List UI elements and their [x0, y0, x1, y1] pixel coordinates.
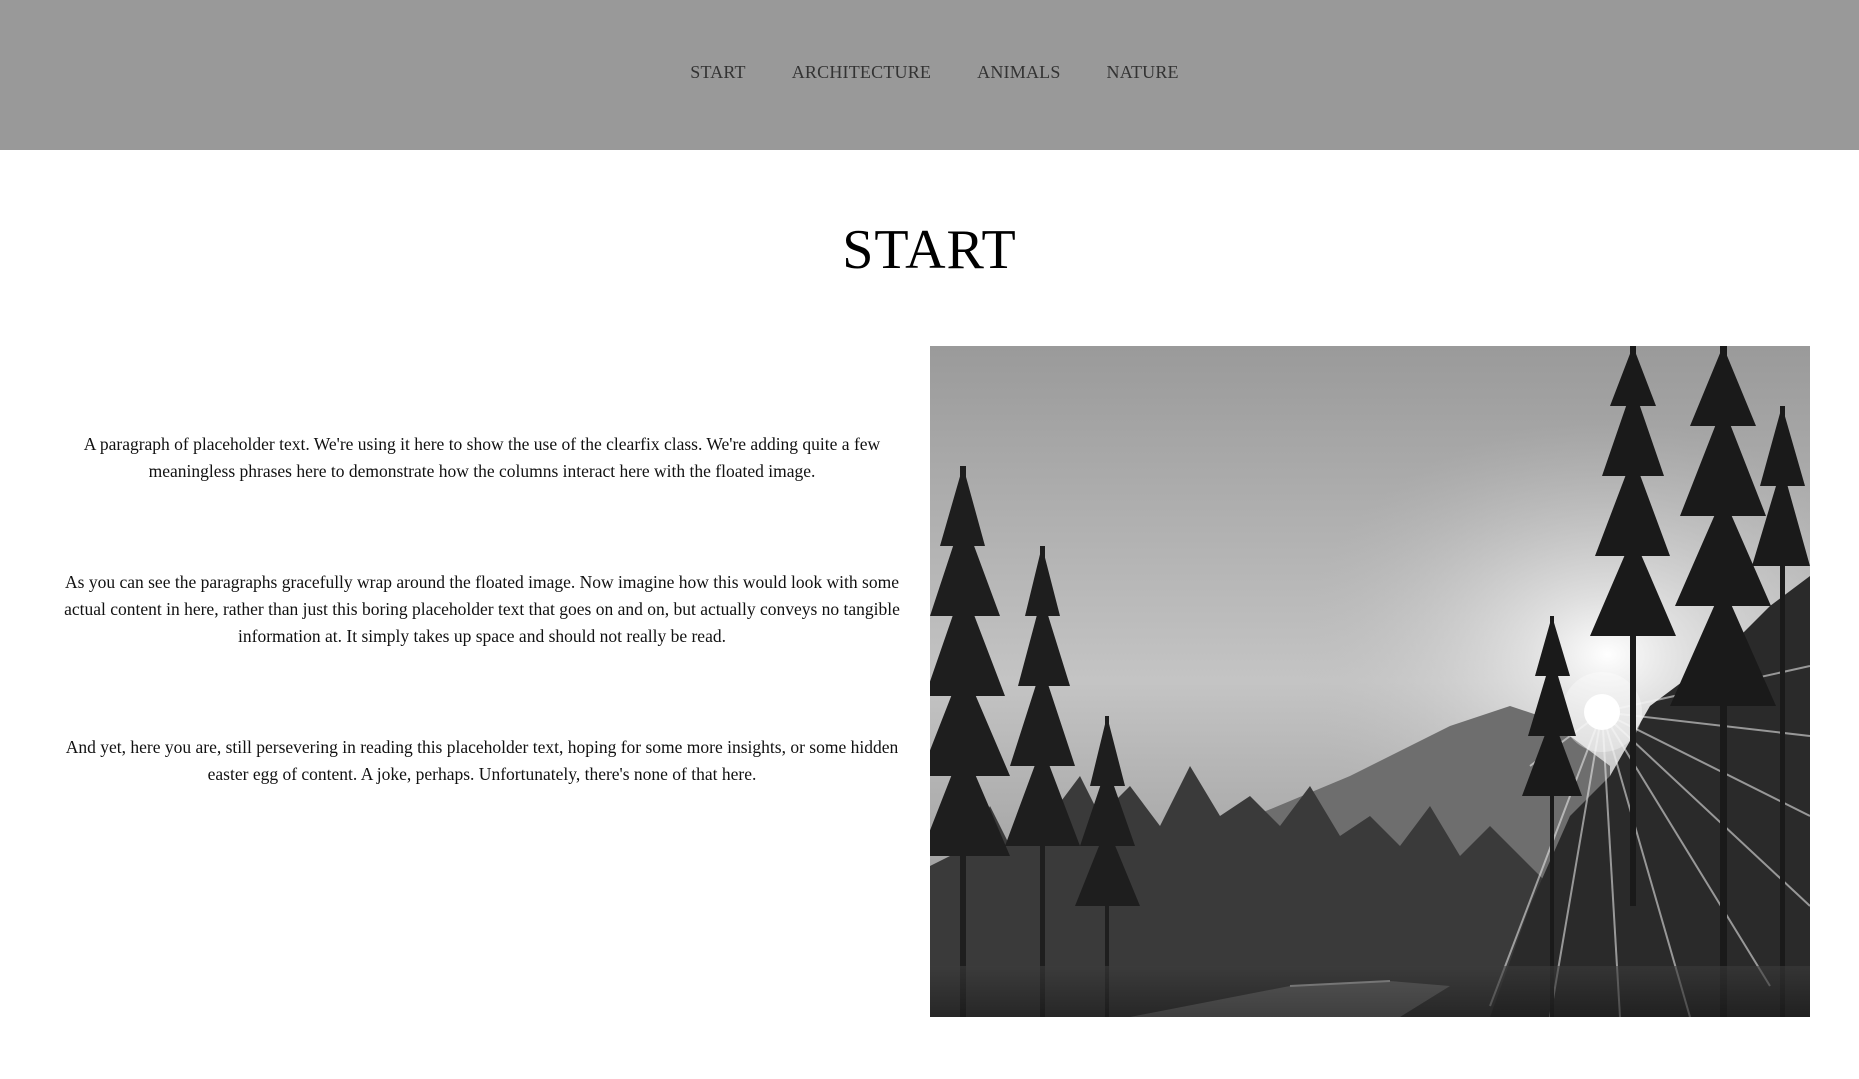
page-title: START	[842, 219, 1017, 281]
paragraph-2: As you can see the paragraphs gracefully…	[64, 572, 900, 646]
nav-menu: START ARCHITECTURE ANIMALS NATURE	[0, 62, 1859, 83]
top-navbar: START ARCHITECTURE ANIMALS NATURE	[0, 0, 1859, 150]
nav-link-nature[interactable]: NATURE	[1107, 62, 1179, 83]
paragraph-1: A paragraph of placeholder text. We're u…	[83, 434, 881, 481]
nav-link-start[interactable]: START	[690, 62, 745, 83]
nav-link-architecture[interactable]: ARCHITECTURE	[792, 62, 931, 83]
paragraph-3: And yet, here you are, still persevering…	[65, 737, 899, 784]
nav-link-animals[interactable]: ANIMALS	[977, 62, 1060, 83]
forest-sunburst-image	[930, 346, 1810, 1017]
